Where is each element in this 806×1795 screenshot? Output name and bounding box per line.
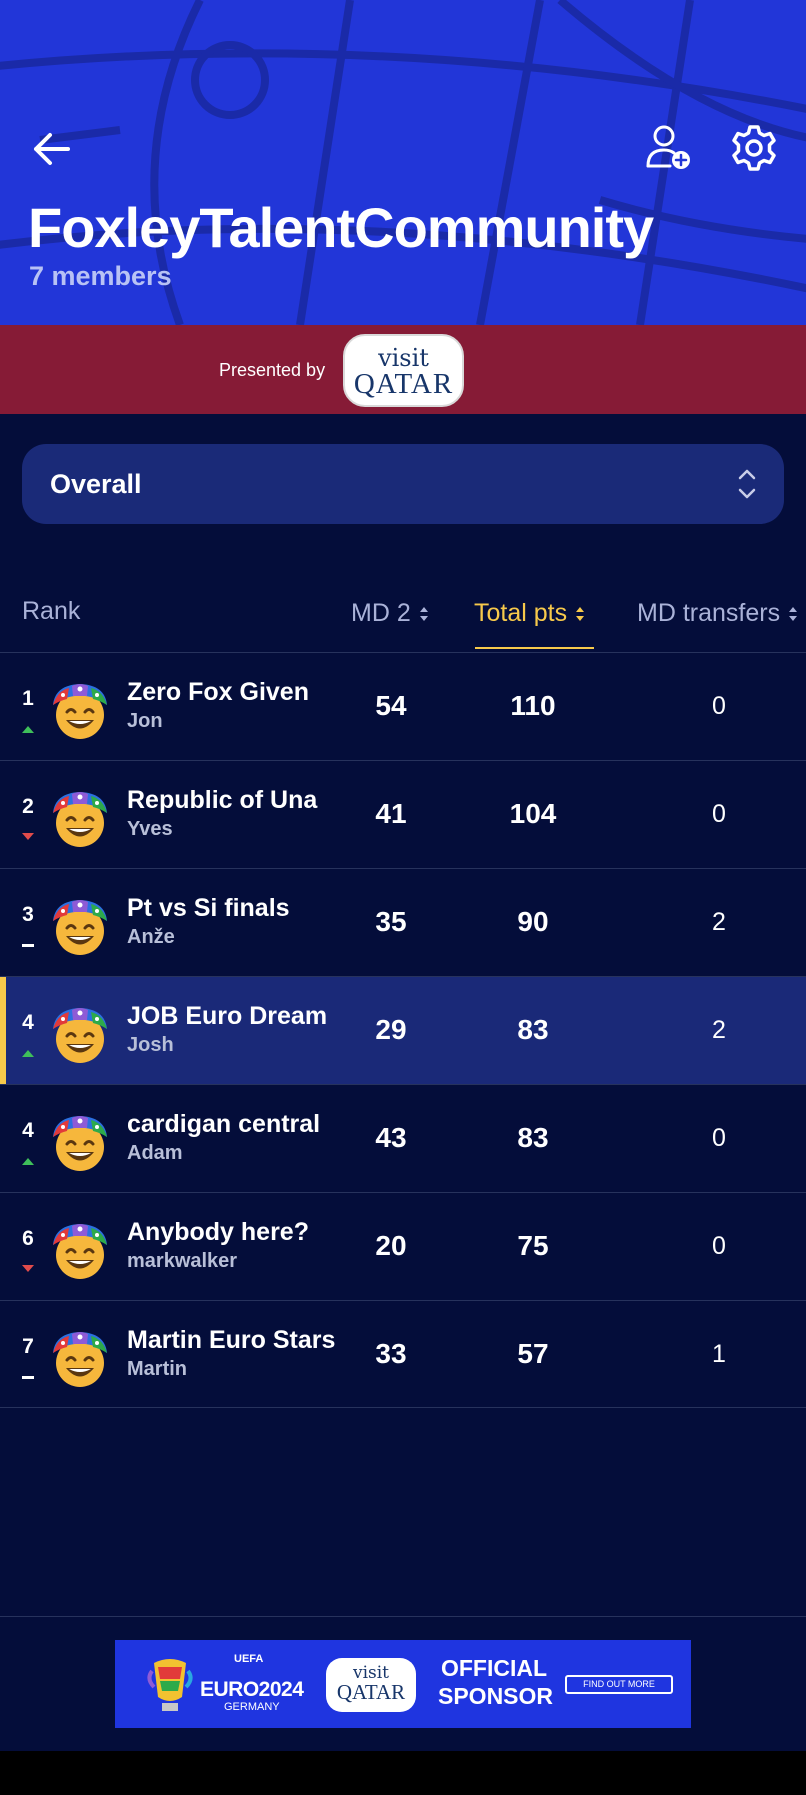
rank-down-icon	[22, 833, 34, 840]
member-count: 7 members	[29, 261, 172, 291]
team-name: Pt vs Si finals	[127, 894, 290, 922]
official-sponsor-text: OFFICIAL SPONSOR	[438, 1655, 554, 1709]
md-transfers: 0	[712, 1124, 726, 1152]
total-points: 83	[517, 1122, 549, 1153]
md-transfers: 2	[712, 908, 726, 936]
rank-up-icon	[22, 1158, 34, 1165]
rank-same-icon	[22, 1376, 34, 1379]
rank-number: 2	[22, 795, 34, 818]
md-transfers: 2	[712, 1016, 726, 1044]
rank-number: 7	[22, 1335, 34, 1358]
sort-icon	[576, 607, 585, 622]
table-row[interactable]: 2 Republic of Una Yves 41 104 0	[0, 760, 806, 868]
md-transfers: 0	[712, 1232, 726, 1260]
uefa-text: UEFA	[234, 1653, 264, 1665]
team-name: cardigan central	[127, 1110, 321, 1138]
manager-name: markwalker	[127, 1250, 238, 1272]
rank-number: 3	[22, 903, 34, 926]
visit-qatar-logo[interactable]: visit QATAR	[343, 334, 464, 407]
sort-icon	[419, 607, 428, 622]
total-pts-column-header[interactable]: Total pts	[474, 598, 585, 628]
manager-name: Yves	[127, 818, 173, 840]
manager-name: Martin	[127, 1358, 187, 1380]
league-title: FoxleyTalentCommunity	[28, 196, 654, 259]
table-row[interactable]: 7 Martin Euro Stars Martin 33 57 1	[0, 1300, 806, 1408]
table-row[interactable]: 1 Zero Fox Given Jon 54 110 0	[0, 652, 806, 760]
table-header: Rank MD 2 Total pts MD transfers	[0, 590, 806, 654]
md-points: 35	[375, 906, 407, 937]
total-points: 83	[517, 1014, 549, 1045]
league-header: FoxleyTalentCommunity 7 members	[0, 0, 806, 325]
md-points: 41	[375, 798, 407, 829]
back-arrow-icon[interactable]	[28, 126, 74, 172]
euro-trophy-logo	[147, 1659, 193, 1711]
rank-same-icon	[22, 944, 34, 947]
germany-text: GERMANY	[224, 1701, 280, 1713]
md-points: 54	[375, 690, 407, 721]
team-name: Zero Fox Given	[127, 678, 309, 706]
avatar-emoji-icon	[53, 792, 107, 847]
manager-name: Anže	[127, 926, 175, 948]
ranking-filter-dropdown[interactable]: Overall	[22, 444, 784, 524]
avatar-emoji-icon	[53, 1224, 107, 1279]
md-points: 33	[375, 1338, 407, 1369]
manager-name: Adam	[127, 1142, 183, 1164]
dropdown-selected-value: Overall	[50, 469, 142, 499]
avatar-emoji-icon	[53, 1332, 107, 1387]
md-transfers: 0	[712, 800, 726, 828]
find-out-more-button[interactable]: FIND OUT MORE	[565, 1675, 673, 1694]
avatar-emoji-icon	[53, 1008, 107, 1063]
team-name: Republic of Una	[127, 786, 318, 814]
md-column-header[interactable]: MD 2	[351, 598, 429, 628]
total-points: 90	[517, 906, 549, 937]
my-team-indicator	[0, 977, 6, 1085]
table-row[interactable]: 4 cardigan central Adam 43 83 0	[0, 1084, 806, 1192]
add-member-icon[interactable]	[644, 122, 694, 172]
team-name: Martin Euro Stars	[127, 1326, 336, 1354]
rank-down-icon	[22, 1265, 34, 1272]
md-points: 20	[375, 1230, 407, 1261]
rank-number: 6	[22, 1227, 34, 1250]
table-row[interactable]: 4 JOB Euro Dream Josh 29 83 2	[0, 976, 806, 1085]
md-points: 29	[375, 1014, 407, 1045]
rank-number: 4	[22, 1119, 34, 1142]
avatar-emoji-icon	[53, 900, 107, 955]
system-nav-bar	[0, 1751, 806, 1795]
md-transfers-column-header[interactable]: MD transfers	[637, 598, 798, 628]
rank-up-icon	[22, 726, 34, 733]
sponsor-ad-banner[interactable]: UEFA EURO2024 GERMANY visit QATAR OFFICI…	[115, 1640, 691, 1728]
total-points: 110	[510, 690, 556, 721]
rank-number: 1	[22, 687, 34, 710]
euro2024-text: EURO2024	[200, 1678, 304, 1701]
total-points: 104	[509, 798, 557, 829]
ad-divider	[0, 1616, 806, 1617]
presented-by-label: Presented by	[219, 360, 326, 380]
rank-up-icon	[22, 1050, 34, 1057]
settings-gear-icon[interactable]	[730, 124, 778, 172]
team-name: Anybody here?	[127, 1218, 309, 1246]
avatar-emoji-icon	[53, 684, 107, 739]
md-transfers: 0	[712, 692, 726, 720]
rank-column-header: Rank	[22, 597, 81, 625]
total-points: 75	[517, 1230, 549, 1261]
md-points: 43	[375, 1122, 407, 1153]
manager-name: Josh	[127, 1034, 174, 1056]
avatar-emoji-icon	[53, 1116, 107, 1171]
total-points: 57	[517, 1338, 549, 1369]
chevron-up-down-icon	[738, 469, 756, 499]
rank-number: 4	[22, 1011, 34, 1034]
team-name: JOB Euro Dream	[127, 1002, 328, 1030]
table-row[interactable]: 3 Pt vs Si finals Anže 35 90 2	[0, 868, 806, 976]
ad-visit-qatar-logo: visit QATAR	[326, 1658, 416, 1712]
sort-icon	[789, 607, 798, 622]
active-sort-underline	[475, 647, 594, 649]
table-row[interactable]: 6 Anybody here? markwalker 20 75 0	[0, 1192, 806, 1300]
manager-name: Jon	[127, 710, 163, 732]
md-transfers: 1	[712, 1340, 726, 1368]
